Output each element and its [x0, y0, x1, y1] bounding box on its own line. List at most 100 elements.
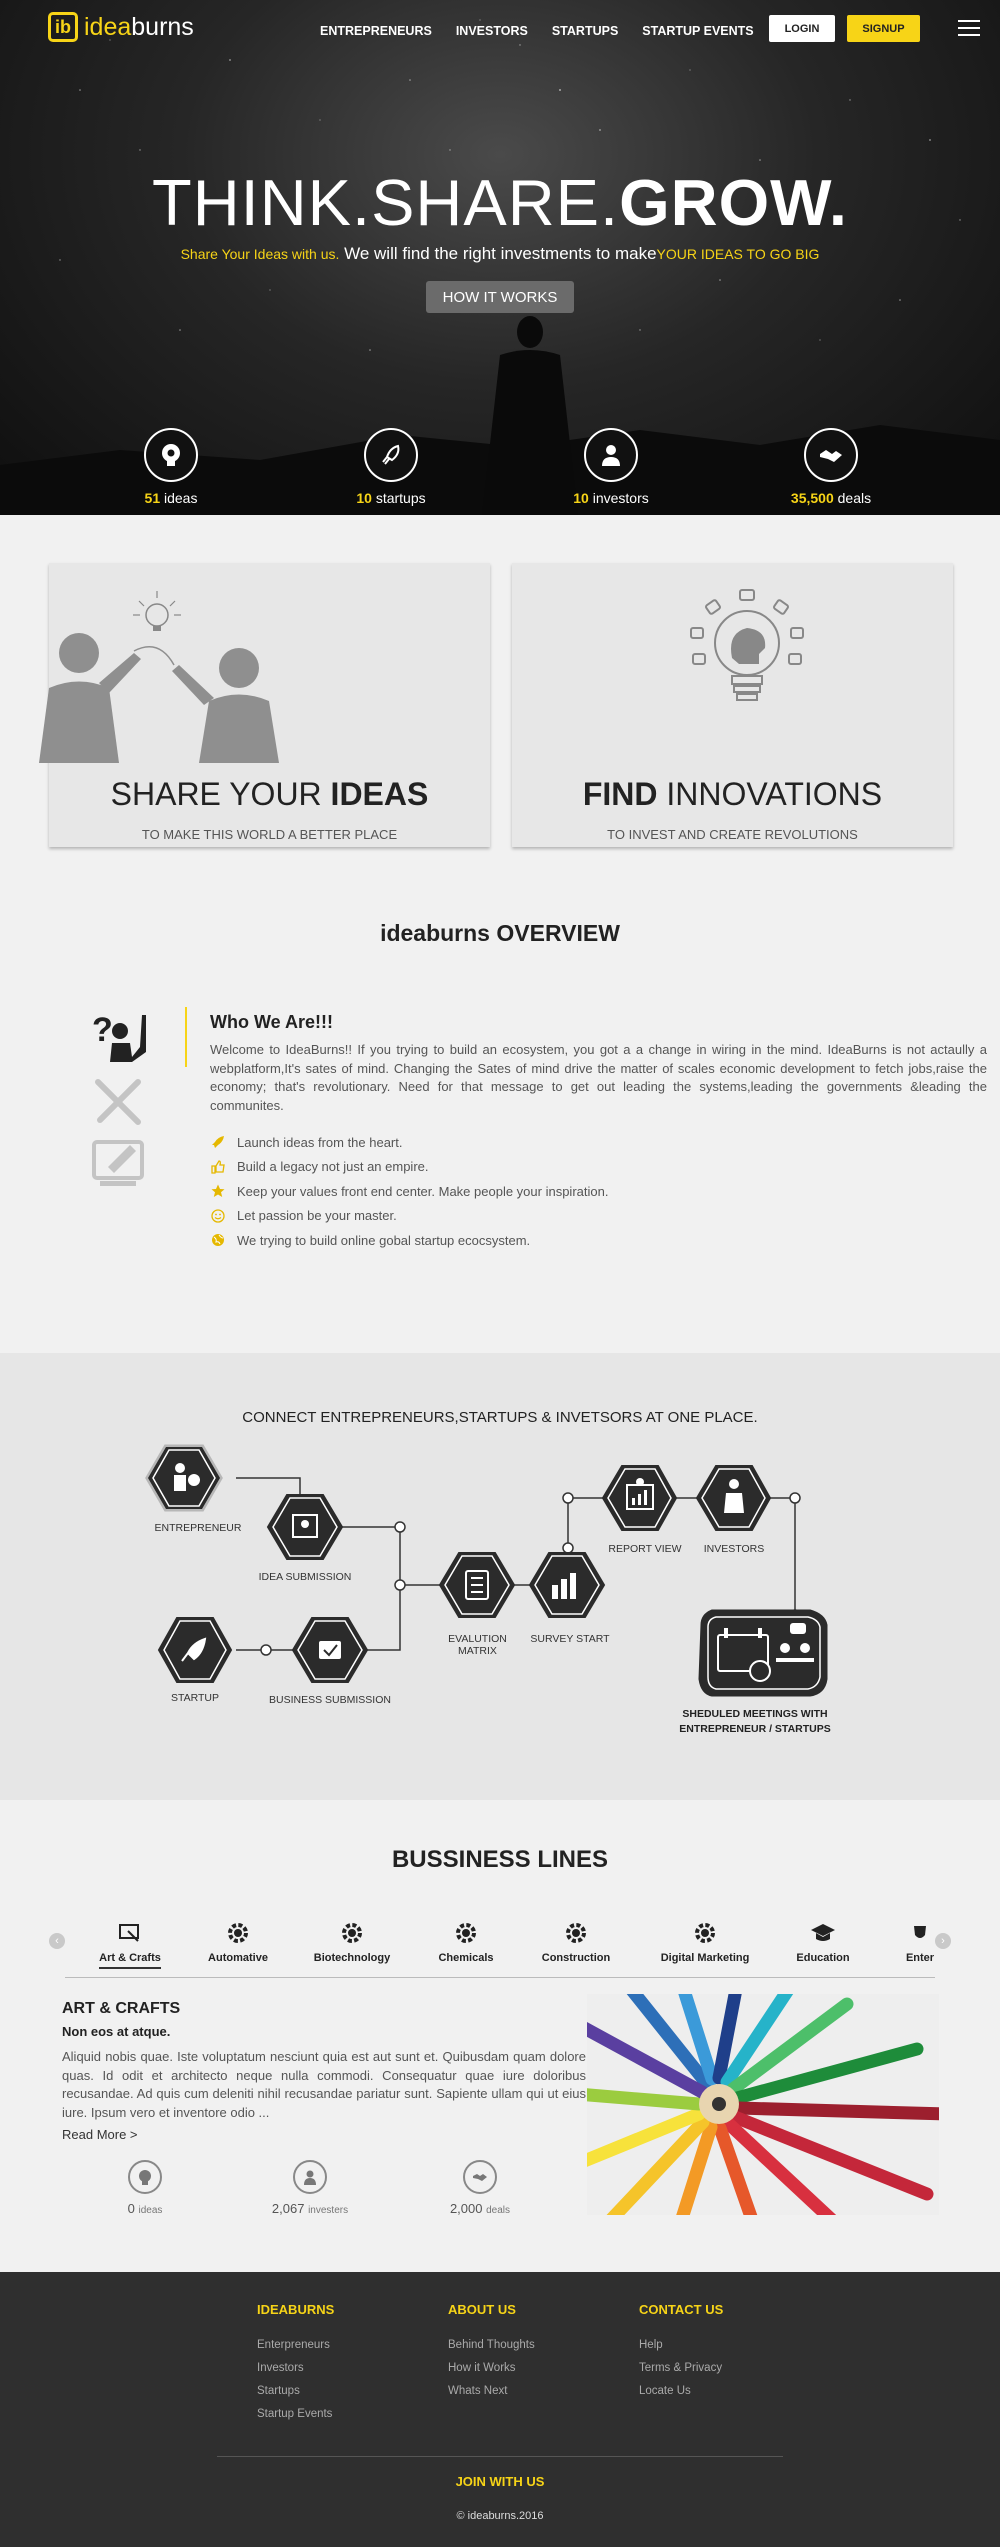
business-heading: ART & CRAFTS: [62, 2000, 181, 2017]
flow-label-entrepreneur: ENTREPRENEUR: [154, 1522, 242, 1534]
footer-col-title: ABOUT US: [448, 2302, 516, 2317]
tab-chemicals[interactable]: Chemicals: [421, 1918, 511, 1964]
business-stat-investers: 2,067 investers: [260, 2160, 360, 2216]
handshake-icon: [463, 2160, 497, 2194]
footer-link[interactable]: Startup Events: [257, 2408, 334, 2420]
flow-label-meetings: SHEDULED MEETINGS WITH ENTREPRENEUR / STA…: [679, 1708, 831, 1735]
smiley-icon: [210, 1208, 226, 1224]
thumbs-up-icon: [210, 1159, 226, 1175]
svg-text:?: ?: [92, 1011, 113, 1049]
footer-link[interactable]: Terms & Privacy: [639, 2362, 723, 2374]
flow-label-idea-submission: IDEA SUBMISSION: [258, 1571, 352, 1583]
how-it-works-button[interactable]: HOW IT WORKS: [426, 281, 574, 313]
colored-pencils-image: [587, 1994, 939, 2215]
nav-link-startups[interactable]: STARTUPS: [552, 24, 618, 38]
art-icon: [85, 1918, 175, 1948]
handshake-icon: [804, 428, 858, 482]
footer-col-ideaburns: IDEABURNS Enterpreneurs Investors Startu…: [257, 2302, 334, 2431]
nav-link-entrepreneurs[interactable]: ENTREPRENEURS: [320, 24, 432, 38]
login-button[interactable]: LOGIN: [769, 15, 835, 42]
business-paragraph: Aliquid nobis quae. Iste voluptatum nesc…: [62, 2049, 586, 2120]
card-subheading: TO INVEST AND CREATE REVOLUTIONS: [607, 827, 858, 842]
overview-title: ideaburns OVERVIEW: [380, 920, 620, 946]
logo[interactable]: ib ideaburns: [48, 12, 194, 42]
logo-text: ideaburns: [84, 12, 194, 41]
business-lines-title: BUSSINESS LINES: [391, 1846, 609, 1873]
card-subheading: TO MAKE THIS WORLD A BETTER PLACE: [141, 827, 398, 842]
footer-divider: [217, 2456, 783, 2457]
tab-art-crafts[interactable]: Art & Crafts: [85, 1918, 175, 1969]
footer-link[interactable]: Locate Us: [639, 2385, 723, 2397]
flow-label-report: REPORT VIEW: [608, 1543, 682, 1555]
tab-education[interactable]: Education: [778, 1918, 868, 1964]
footer-link[interactable]: Help: [639, 2339, 723, 2351]
footer-col-about: ABOUT US Behind Thoughts How it Works Wh…: [448, 2302, 535, 2408]
flow-label-investors: INVESTORS: [703, 1543, 765, 1555]
who-we-are-paragraph: Welcome to IdeaBurns!! If you trying to …: [210, 1042, 987, 1113]
tab-enter[interactable]: Enter: [890, 1918, 935, 1964]
nav-link-investors[interactable]: INVESTORS: [456, 24, 528, 38]
hamburger-menu-icon[interactable]: [958, 20, 980, 41]
lightbulb-brain-icon: [690, 589, 804, 701]
tabs-prev-arrow[interactable]: ‹: [49, 1933, 65, 1949]
footer-link[interactable]: Whats Next: [448, 2385, 535, 2397]
gear-icon: [655, 1918, 755, 1948]
tab-construction[interactable]: Construction: [531, 1918, 621, 1964]
two-businessmen-illustration: [39, 591, 279, 763]
flow-label-startup: STARTUP: [170, 1692, 220, 1704]
logo-mark: ib: [48, 12, 78, 42]
overview-accent-line: [185, 1007, 187, 1067]
business-stat-ideas: 0 ideas: [95, 2160, 195, 2216]
footer-link[interactable]: Enterpreneurs: [257, 2339, 334, 2351]
star-icon: [210, 1183, 226, 1199]
tab-automative[interactable]: Automative: [193, 1918, 283, 1964]
pencils-illustration: [587, 1994, 939, 2215]
hero-stats: 51 ideas 10 startups 10 investors 35,500…: [0, 428, 1000, 515]
investor-icon: [584, 428, 638, 482]
list-item: Launch ideas from the heart.: [210, 1130, 608, 1155]
gear-icon: [193, 1918, 283, 1948]
business-tabs: Art & Crafts Automative Biotechnology Ch…: [65, 1918, 935, 1978]
hero-title: THINK.SHARE.GROW.: [152, 166, 848, 239]
stat-ideas: 51 ideas: [101, 428, 241, 506]
tab-digital-marketing[interactable]: Digital Marketing: [655, 1918, 755, 1964]
top-nav: ib ideaburns ENTREPRENEURS INVESTORS STA…: [0, 0, 1000, 60]
footer-link[interactable]: Behind Thoughts: [448, 2339, 535, 2351]
hero-subtitle: Share Your Ideas with us. We will find t…: [180, 244, 820, 263]
nav-links: ENTREPRENEURS INVESTORS STARTUPS STARTUP…: [320, 24, 778, 38]
find-innovations-card[interactable]: FIND INNOVATIONS TO INVEST AND CREATE RE…: [512, 563, 953, 847]
footer-link[interactable]: Startups: [257, 2385, 334, 2397]
list-item: Keep your values front end center. Make …: [210, 1179, 608, 1204]
overview-side-icons: ?: [90, 1007, 150, 1202]
edit-screen-icon: [92, 1140, 144, 1186]
idea-head-icon: [144, 428, 198, 482]
footer-col-title: CONTACT US: [639, 2302, 724, 2317]
tools-icon: [95, 1079, 141, 1125]
business-stat-deals: 2,000 deals: [430, 2160, 530, 2216]
list-item: Let passion be your master.: [210, 1204, 608, 1229]
share-ideas-card[interactable]: SHARE YOUR IDEAS TO MAKE THIS WORLD A BE…: [39, 563, 490, 847]
list-item: We trying to build online gobal startup …: [210, 1228, 608, 1253]
stat-deals: 35,500 deals: [761, 428, 901, 506]
card-heading: SHARE YOUR IDEAS: [110, 776, 429, 812]
footer-link[interactable]: How it Works: [448, 2362, 535, 2374]
card-heading: FIND INNOVATIONS: [582, 776, 883, 812]
tabs-next-arrow[interactable]: ›: [935, 1933, 951, 1949]
flow-label-business-submission: BUSINESS SUBMISSION: [269, 1694, 391, 1706]
question-hand-icon: ?: [92, 1011, 146, 1062]
join-with-us-link[interactable]: JOIN WITH US: [0, 2474, 1000, 2489]
rocket-icon: [364, 428, 418, 482]
read-more-link[interactable]: Read More >: [62, 2127, 138, 2142]
gear-icon: [307, 1918, 397, 1948]
footer-link[interactable]: Investors: [257, 2362, 334, 2374]
nav-link-startup-events[interactable]: STARTUP EVENTS: [642, 24, 753, 38]
flow-label-evaluation: EVALUTION MATRIX: [448, 1633, 507, 1657]
business-subheading: Non eos at atque.: [62, 2024, 171, 2039]
signup-button[interactable]: SIGNUP: [847, 15, 920, 42]
stat-startups: 10 startups: [321, 428, 461, 506]
how-it-works-diagram: CONNECT ENTREPRENEURS,STARTUPS & INVETSO…: [0, 1353, 1000, 1800]
hero-section: ib ideaburns ENTREPRENEURS INVESTORS STA…: [0, 0, 1000, 515]
graduation-cap-icon: [778, 1918, 868, 1948]
tab-biotechnology[interactable]: Biotechnology: [307, 1918, 397, 1964]
values-list: Launch ideas from the heart. Build a leg…: [210, 1130, 608, 1253]
